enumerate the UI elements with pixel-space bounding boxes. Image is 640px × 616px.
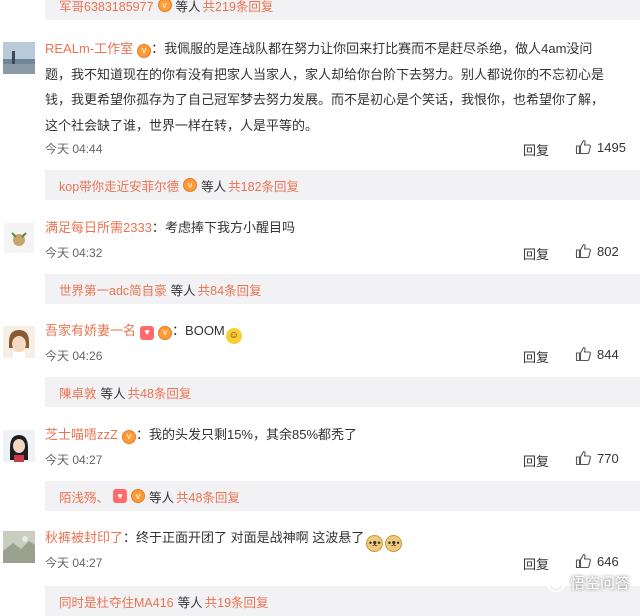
- reply-button[interactable]: 回复: [523, 347, 549, 366]
- comment-separator: ：: [135, 427, 149, 442]
- reply-count-link[interactable]: 共182条回复: [228, 176, 299, 195]
- like-count: 770: [597, 450, 619, 466]
- reply-count-link[interactable]: 共84条回复: [198, 280, 262, 299]
- vip-badge-icon: v: [157, 0, 172, 12]
- avatar[interactable]: [3, 326, 35, 358]
- comment-user-link[interactable]: 芝士喵唔zzZ: [45, 427, 118, 442]
- comment-time: 今天 04:27: [45, 453, 103, 467]
- avatar[interactable]: [3, 430, 35, 462]
- reply-summary-bar[interactable]: 世界第一adc简自豪 等人 共84条回复: [45, 274, 640, 304]
- thumbs-up-icon: [575, 346, 591, 362]
- reply-others-text: 等人: [201, 179, 227, 194]
- avatar[interactable]: [4, 223, 34, 253]
- like-button[interactable]: 770: [575, 450, 619, 466]
- comment-user-link[interactable]: REALm-工作室: [45, 41, 133, 56]
- reply-count-link[interactable]: 共48条回复: [176, 487, 240, 506]
- reply-others-text: 等人: [177, 595, 203, 610]
- like-button[interactable]: 802: [575, 243, 619, 259]
- comment-separator: ：: [151, 220, 165, 235]
- thumbs-up-icon: [575, 553, 591, 569]
- comment-time: 今天 04:26: [45, 349, 103, 363]
- reply-button[interactable]: 回复: [523, 244, 549, 263]
- comment-user-link[interactable]: 秋裤被封印了: [45, 530, 123, 545]
- vip-badge-icon: v: [137, 43, 152, 58]
- reply-user-link[interactable]: 陳卓敦: [59, 383, 97, 402]
- like-count: 802: [597, 243, 619, 259]
- comment-line: 我佩服的是连战队都在努力让你回来打比赛而不是赶尽杀绝，做人4am没问: [164, 41, 593, 56]
- reply-others-text: 等人: [149, 490, 175, 505]
- reply-count-link[interactable]: 共48条回复: [128, 383, 192, 402]
- reply-others-text: 等人: [170, 283, 196, 298]
- comment-user-link[interactable]: 满足每日所需2333: [45, 220, 152, 235]
- reply-user-link[interactable]: 同时是杜夺住MA416: [59, 592, 174, 611]
- laughing-emoji-icon: ☺: [225, 328, 242, 344]
- comment-time: 今天 04:44: [45, 142, 103, 156]
- vip-badge-icon: v: [121, 429, 136, 444]
- like-count: 1495: [597, 139, 626, 155]
- reply-others-text: 等人: [100, 386, 126, 401]
- vip-badge-icon: v: [131, 489, 146, 503]
- comment-line: BOOM: [185, 323, 225, 338]
- reply-count-link[interactable]: 共219条回复: [203, 0, 274, 15]
- comment-line: 考虑捧下我方小醒目吗: [164, 220, 295, 235]
- heart-badge-icon: ♥: [140, 325, 155, 340]
- thumbs-up-icon: [575, 139, 591, 155]
- avatar[interactable]: [3, 42, 35, 74]
- comment-text: 满足每日所需2333：考虑捧下我方小醒目吗: [45, 215, 625, 241]
- vip-badge-icon: v: [158, 325, 173, 340]
- comment-user-link[interactable]: 吾家有娇妻一名: [45, 323, 136, 338]
- avatar[interactable]: [3, 531, 35, 563]
- like-count: 844: [597, 346, 619, 362]
- reply-summary-bar[interactable]: 陳卓敦 等人 共48条回复: [45, 377, 640, 407]
- reply-count-link[interactable]: 共19条回复: [205, 592, 269, 611]
- reply-others-text: 等人: [175, 0, 201, 14]
- comment-line: 我的头发只剩15%，其余85%都秃了: [148, 427, 358, 442]
- comment-separator: ：: [151, 41, 165, 56]
- comment-line: 题，我不知道现在的你有没有把家人当家人，家人却给你台阶下去努力。别人都说你的不忘…: [45, 66, 605, 82]
- reply-button[interactable]: 回复: [523, 554, 549, 573]
- doge-emoji-icon: •ᴥ•: [366, 535, 384, 552]
- like-button[interactable]: 1495: [575, 139, 626, 155]
- comment-separator: ：: [123, 530, 137, 545]
- like-button[interactable]: 844: [575, 346, 619, 362]
- wukong-logo-icon: [546, 573, 566, 592]
- reply-user-link[interactable]: kop带你走近安菲尔德: [59, 176, 179, 195]
- comment-time: 今天 04:32: [45, 246, 103, 260]
- comment-line: 终于正面开团了 对面是战神啊 这波悬了: [136, 530, 365, 545]
- reply-button[interactable]: 回复: [523, 451, 549, 470]
- heart-badge-icon: ♥: [113, 489, 128, 503]
- comment-text: REALm-工作室 v ：我佩服的是连战队都在努力让你回来打比赛而不是赶尽杀绝，做人…: [45, 36, 625, 138]
- like-count: 646: [597, 553, 619, 569]
- comment-text: 吾家有娇妻一名 ♥ v ：BOOM ☺: [45, 318, 625, 344]
- comment-time: 今天 04:27: [45, 556, 103, 570]
- reply-user-link[interactable]: 军哥6383185977: [59, 0, 154, 15]
- reply-user-link[interactable]: 世界第一adc简自豪: [59, 280, 167, 299]
- comment-text: 芝士喵唔zzZ v ：我的头发只剩15%，其余85%都秃了: [45, 422, 625, 448]
- reply-button[interactable]: 回复: [523, 140, 549, 159]
- reply-user-link[interactable]: 陌浅殇、: [59, 487, 109, 506]
- comment-line: 钱，我更希望你孤存为了自己冠军梦去努力发展。而不是初心是个笑话，我恨你，也希望你…: [45, 92, 605, 107]
- reply-summary-bar[interactable]: 军哥6383185977 v 等人 共219条回复: [45, 0, 640, 20]
- like-button[interactable]: 646: [575, 553, 619, 569]
- comment-line: 这个社会缺了谁，世界一样在转，人是平等的。: [45, 117, 319, 133]
- thumbs-up-icon: [575, 450, 591, 466]
- reply-summary-bar[interactable]: 陌浅殇、 ♥ v 等人 共48条回复: [45, 481, 640, 511]
- watermark-text: 悟空问答: [569, 575, 630, 592]
- vip-badge-icon: v: [183, 178, 198, 192]
- watermark: 悟空问答: [546, 572, 630, 593]
- doge-emoji-icon: •ᴥ•: [385, 535, 403, 552]
- comment-separator: ：: [172, 323, 186, 338]
- comment-text: 秋裤被封印了：终于正面开团了 对面是战神啊 这波悬了 •ᴥ• •ᴥ•: [45, 525, 625, 552]
- reply-summary-bar[interactable]: kop带你走近安菲尔德 v 等人 共182条回复: [45, 170, 640, 200]
- thumbs-up-icon: [575, 243, 591, 259]
